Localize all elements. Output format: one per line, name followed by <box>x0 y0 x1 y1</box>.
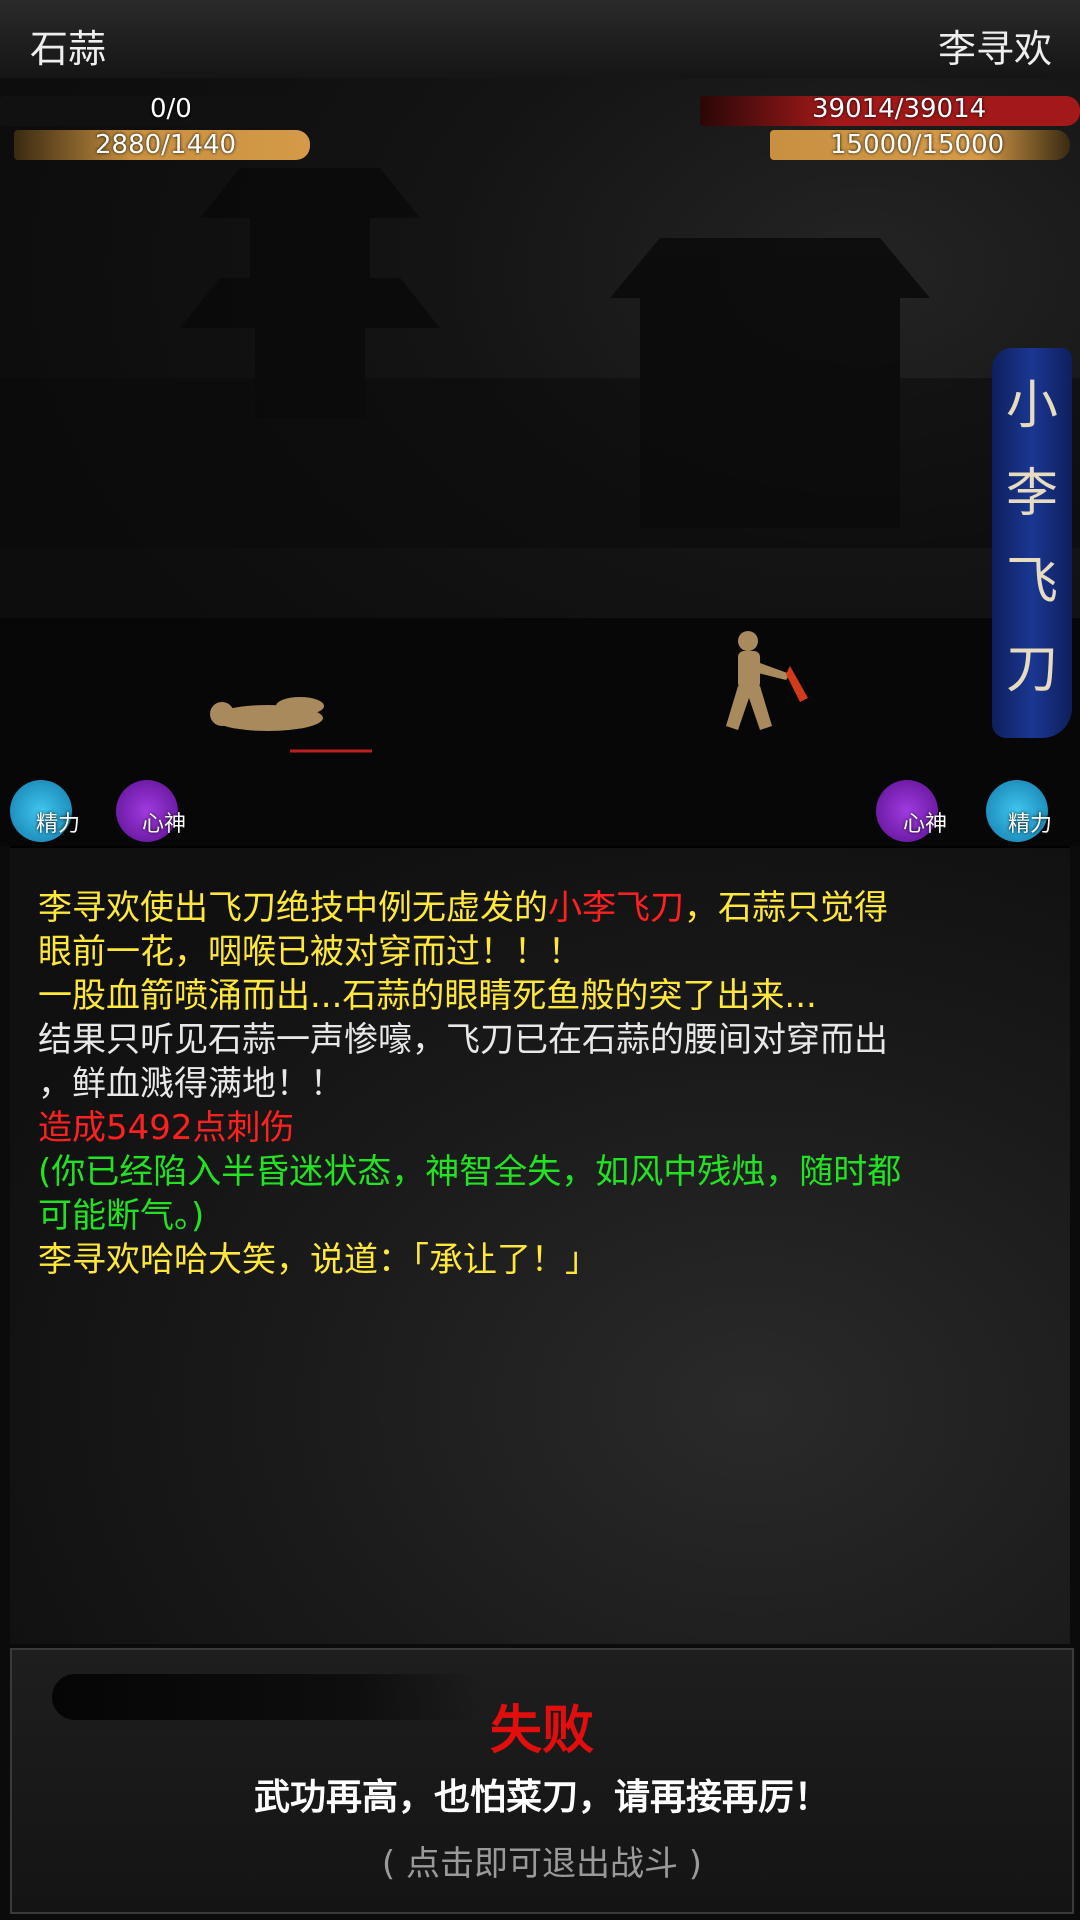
log-line-1: 李寻欢使出飞刀绝技中例无虚发的小李飞刀，石蒜只觉得 <box>38 886 888 930</box>
log-line-3: 一股血箭喷涌而出...石蒜的眼睛死鱼般的突了出来... <box>38 976 817 1016</box>
top-bar: 石蒜 李寻欢 <box>0 0 1080 80</box>
player-energy-text: 2880/1440 <box>95 130 237 160</box>
enemy-hp-text: 39014/39014 <box>812 94 987 124</box>
log-line-4: 结果只听见石蒜一声惨嚎，飞刀已在石蒜的腰间对穿而出 <box>38 1020 888 1060</box>
skill-char-1: 小 <box>1005 376 1058 436</box>
player-name: 石蒜 <box>30 27 107 71</box>
log-skill-name: 小李飞刀 <box>548 888 684 928</box>
log-line-5: ，鲜血溅得满地！！ <box>38 1064 344 1104</box>
log-line-2: 眼前一花，咽喉已被对穿而过！！！ <box>38 932 582 972</box>
log-text: ，石蒜只觉得 <box>684 888 888 928</box>
skill-char-4: 刀 <box>1005 640 1058 700</box>
temple-silhouette <box>0 168 1080 846</box>
result-message: 武功再高，也怕菜刀，请再接再厉！ <box>253 1776 830 1818</box>
enemy-energy-text: 15000/15000 <box>830 130 1005 160</box>
exit-battle-hint[interactable]: ( 点击即可退出战斗 ) <box>12 1836 1072 1885</box>
log-text: 李寻欢使出飞刀绝技中例无虚发的 <box>38 888 548 928</box>
result-panel[interactable]: 失败 武功再高，也怕菜刀，请再接再厉！ ( 点击即可退出战斗 ) <box>10 1648 1074 1914</box>
enemy-energy-label: 精力 <box>1008 812 1053 837</box>
log-line-8: 可能断气。) <box>38 1196 205 1236</box>
battle-scene[interactable]: 0/0 2880/1440 39014/39014 15000/15000 小 … <box>0 78 1080 846</box>
battle-log: 李寻欢使出飞刀绝技中例无虚发的小李飞刀，石蒜只觉得 眼前一花，咽喉已被对穿而过！… <box>10 846 1070 1644</box>
skill-char-2: 李 <box>1005 464 1058 524</box>
log-line-9: 李寻欢哈哈大笑，说道：「承让了！」 <box>38 1240 599 1280</box>
log-line-7: (你已经陷入半昏迷状态，神智全失，如风中残烛，随时都 <box>38 1152 902 1192</box>
enemy-mind-label: 心神 <box>903 812 948 837</box>
player-energy-label: 精力 <box>36 812 81 837</box>
player-hp-text: 0/0 <box>150 94 192 124</box>
skill-char-3: 飞 <box>1005 552 1058 612</box>
skill-banner: 小 李 飞 刀 <box>992 348 1072 738</box>
log-line-damage: 造成5492点刺伤 <box>38 1108 295 1148</box>
result-title: 失败 <box>489 1700 594 1761</box>
player-mind-label: 心神 <box>142 812 187 837</box>
enemy-name: 李寻欢 <box>937 27 1052 71</box>
